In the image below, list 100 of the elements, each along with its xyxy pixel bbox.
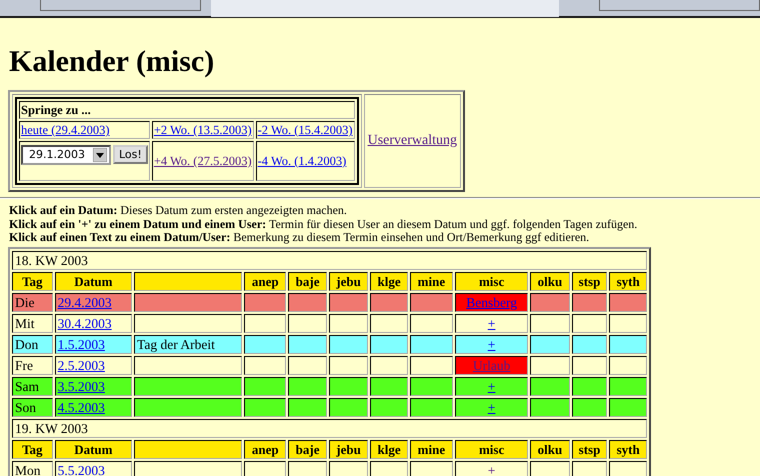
page-title: Kalender (misc) bbox=[8, 44, 216, 80]
user-cell bbox=[288, 398, 327, 416]
day-cell: Son bbox=[12, 398, 53, 416]
user-cell bbox=[410, 334, 453, 354]
browser-tab[interactable] bbox=[598, 0, 760, 11]
add-appointment-link[interactable]: + bbox=[488, 336, 496, 352]
jump-link[interactable]: -2 Wo. (15.4.2003) bbox=[258, 123, 353, 137]
column-header: klge bbox=[370, 440, 408, 458]
date-link[interactable]: 3.5.2003 bbox=[58, 378, 105, 394]
column-header: stsp bbox=[572, 440, 608, 458]
go-button[interactable]: Los! bbox=[113, 145, 148, 164]
user-cell bbox=[288, 292, 327, 312]
user-cell bbox=[244, 314, 286, 332]
user-cell bbox=[572, 376, 608, 396]
jump-link[interactable]: +2 Wo. (13.5.2003) bbox=[154, 123, 252, 137]
column-header: syth bbox=[609, 272, 647, 290]
date-dropdown[interactable]: 29.1.2003 bbox=[21, 145, 111, 165]
user-admin-link[interactable]: Userverwaltung bbox=[368, 133, 457, 148]
user-cell bbox=[609, 334, 647, 354]
column-header: Tag bbox=[12, 440, 53, 458]
user-cell bbox=[370, 334, 408, 354]
user-cell bbox=[530, 356, 570, 374]
user-cell bbox=[410, 398, 453, 416]
user-cell bbox=[370, 376, 408, 396]
date-link[interactable]: 30.4.2003 bbox=[58, 316, 112, 330]
user-cell bbox=[572, 356, 608, 374]
day-cell: Mon bbox=[12, 460, 53, 476]
day-cell: Die bbox=[12, 292, 53, 312]
dropdown-arrow-icon bbox=[93, 148, 107, 162]
day-cell: Fre bbox=[12, 356, 53, 374]
user-cell bbox=[288, 356, 327, 374]
user-cell bbox=[328, 398, 368, 416]
user-cell bbox=[530, 314, 570, 332]
user-cell bbox=[244, 292, 286, 312]
user-cell bbox=[328, 334, 368, 354]
user-cell bbox=[609, 356, 647, 374]
user-cell bbox=[530, 334, 570, 354]
date-link[interactable]: 5.5.2003 bbox=[58, 462, 105, 476]
column-header: jebu bbox=[328, 440, 368, 458]
column-header: misc bbox=[454, 440, 528, 458]
column-header: syth bbox=[609, 440, 647, 458]
column-header: mine bbox=[410, 272, 453, 290]
help-text: Klick auf ein '+' zu einem Datum und einem User: Termin für diesen User an diesem Datum und ggf. folgenden Tagen zufügen. bbox=[9, 218, 638, 231]
browser-tab[interactable] bbox=[40, 0, 202, 11]
add-appointment-link[interactable]: + bbox=[488, 400, 496, 414]
user-cell bbox=[244, 356, 286, 374]
column-header: mine bbox=[410, 440, 453, 458]
week-heading: 18. KW 2003 bbox=[12, 250, 647, 270]
column-header: olku bbox=[530, 440, 570, 458]
user-cell bbox=[410, 376, 453, 396]
user-cell bbox=[370, 398, 408, 416]
date-link[interactable]: 2.5.2003 bbox=[58, 358, 105, 372]
user-cell bbox=[572, 292, 608, 312]
user-cell bbox=[370, 314, 408, 332]
user-cell bbox=[572, 314, 608, 332]
user-cell bbox=[328, 314, 368, 332]
column-header: Datum bbox=[54, 272, 132, 290]
user-cell bbox=[530, 376, 570, 396]
add-appointment-link[interactable]: + bbox=[488, 316, 496, 330]
column-header: Tag bbox=[12, 272, 53, 290]
column-header: baje bbox=[288, 440, 327, 458]
user-cell bbox=[244, 334, 286, 354]
user-cell bbox=[609, 398, 647, 416]
user-cell bbox=[530, 292, 570, 312]
add-appointment-link[interactable]: + bbox=[488, 462, 496, 476]
column-header: baje bbox=[288, 272, 327, 290]
date-link[interactable]: 1.5.2003 bbox=[58, 336, 105, 352]
column-header: Datum bbox=[54, 440, 132, 458]
add-appointment-link[interactable]: + bbox=[488, 378, 496, 394]
column-header: jebu bbox=[328, 272, 368, 290]
user-cell bbox=[328, 356, 368, 374]
column-header: anep bbox=[244, 272, 286, 290]
user-cell bbox=[328, 376, 368, 396]
user-cell bbox=[530, 398, 570, 416]
column-header: olku bbox=[530, 272, 570, 290]
user-cell bbox=[609, 376, 647, 396]
user-cell bbox=[609, 314, 647, 332]
holiday-cell: Tag der Arbeit bbox=[134, 334, 242, 354]
user-cell bbox=[572, 334, 608, 354]
jump-heading: Springe zu ... bbox=[21, 103, 91, 117]
day-cell: Sam bbox=[12, 376, 53, 396]
user-cell bbox=[609, 292, 647, 312]
day-cell: Mit bbox=[12, 314, 53, 332]
column-header: anep bbox=[244, 440, 286, 458]
user-cell bbox=[288, 376, 327, 396]
column-header: misc bbox=[454, 272, 528, 290]
user-cell bbox=[370, 356, 408, 374]
user-cell bbox=[288, 314, 327, 332]
help-text: Klick auf einen Text zu einem Datum/User: Bemerkung zu diesem Termin einsehen und Ort/Bemerkung ggf editieren. bbox=[9, 231, 590, 244]
user-cell bbox=[572, 398, 608, 416]
user-cell bbox=[410, 356, 453, 374]
user-cell bbox=[244, 398, 286, 416]
column-header: klge bbox=[370, 272, 408, 290]
day-cell: Don bbox=[12, 334, 53, 354]
date-link[interactable]: 4.5.2003 bbox=[58, 400, 105, 414]
user-cell bbox=[370, 292, 408, 312]
user-cell bbox=[410, 314, 453, 332]
user-cell bbox=[244, 376, 286, 396]
column-header: stsp bbox=[572, 272, 608, 290]
user-cell bbox=[328, 292, 368, 312]
